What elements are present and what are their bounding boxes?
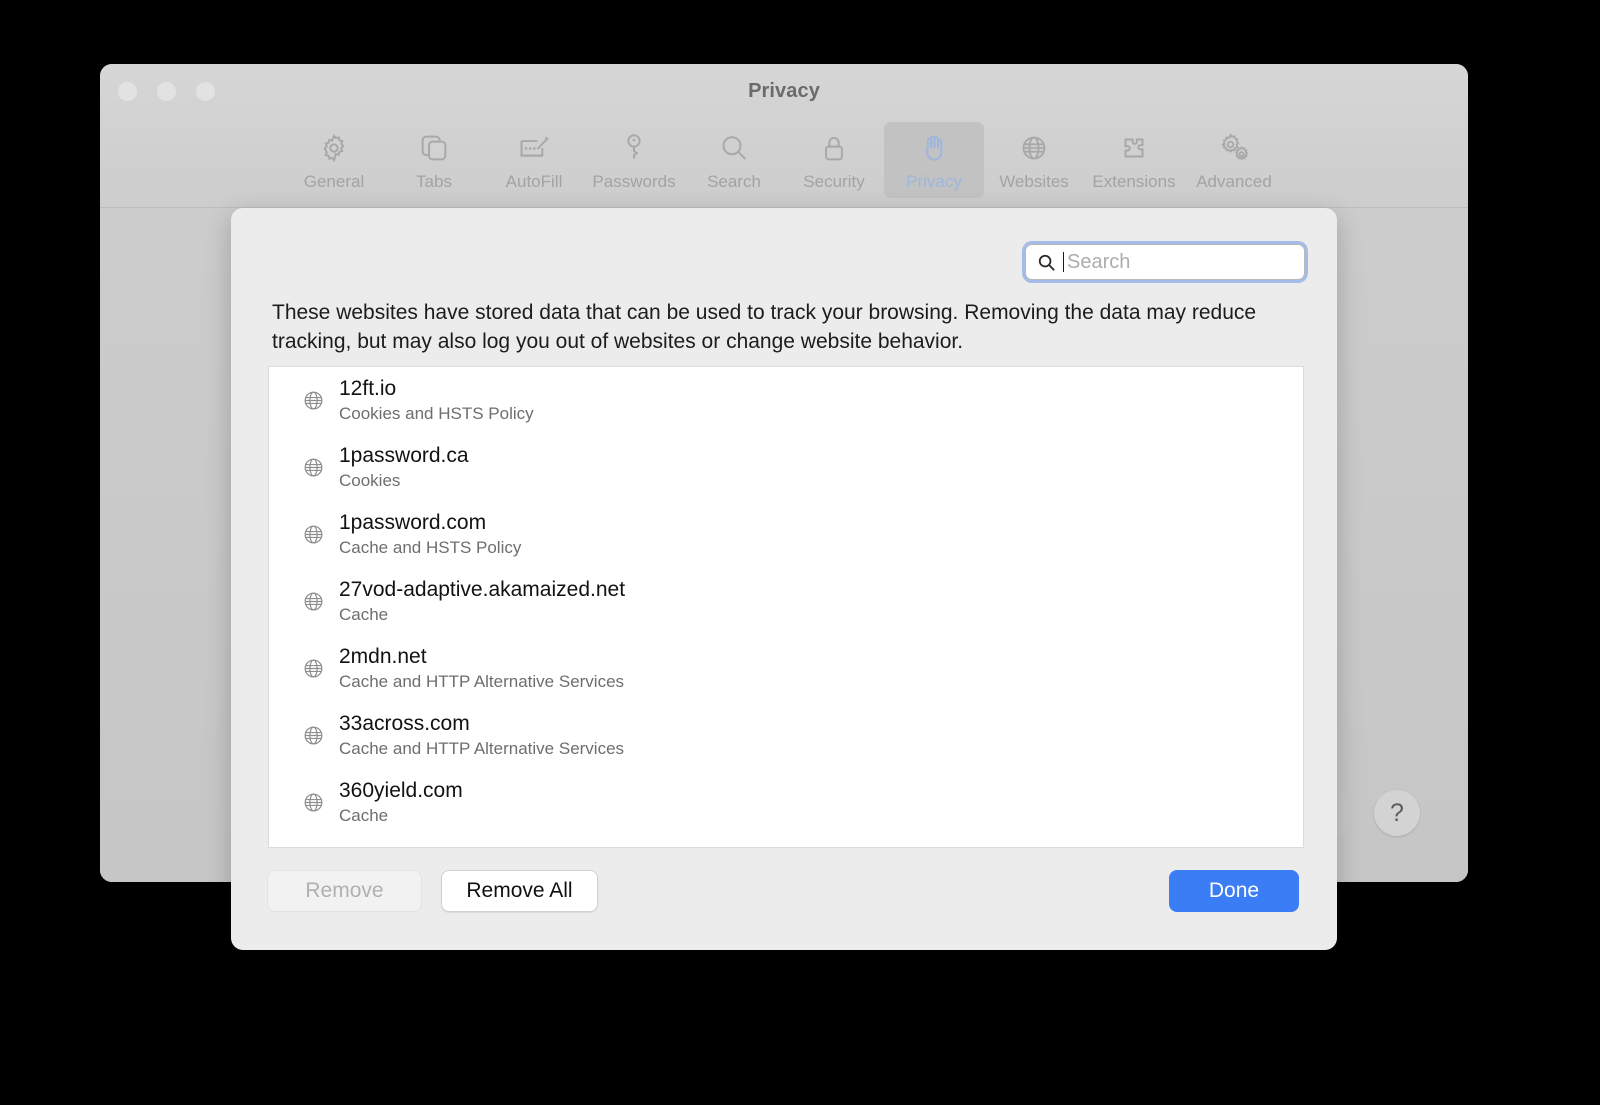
tab-label: AutoFill [506, 172, 563, 192]
globe-icon [300, 790, 326, 816]
tab-label: Passwords [592, 172, 675, 192]
website-name: 1password.com [339, 510, 521, 536]
tab-label: General [304, 172, 364, 192]
website-name: 33across.com [339, 711, 624, 737]
globe-icon [300, 522, 326, 548]
website-detail: Cache [339, 805, 463, 827]
list-item[interactable]: 1password.com Cache and HSTS Policy [269, 501, 1303, 568]
hand-icon [917, 130, 951, 166]
remove-all-button[interactable]: Remove All [441, 870, 598, 912]
list-item[interactable]: 27vod-adaptive.akamaized.net Cache [269, 568, 1303, 635]
website-detail: Cache [339, 604, 625, 626]
tab-label: Privacy [906, 172, 962, 192]
list-item[interactable]: 360yield.com Cache [269, 769, 1303, 836]
tab-label: Search [707, 172, 761, 192]
website-detail: Cache and HSTS Policy [339, 537, 521, 559]
tab-passwords[interactable]: Passwords [584, 122, 684, 198]
globe-icon [1017, 130, 1051, 166]
search-field[interactable]: Search [1025, 244, 1305, 280]
tab-general[interactable]: General [284, 122, 384, 198]
website-detail: Cache and HTTP Alternative Services [339, 671, 624, 693]
tab-label: Advanced [1196, 172, 1272, 192]
search-placeholder: Search [1067, 250, 1130, 274]
list-item[interactable]: 12ft.io Cookies and HSTS Policy [269, 367, 1303, 434]
window-titlebar: Privacy [100, 64, 1468, 118]
website-data-list[interactable]: 12ft.io Cookies and HSTS Policy 1passwor… [268, 366, 1304, 848]
list-item[interactable]: 33across.com Cache and HTTP Alternative … [269, 702, 1303, 769]
tab-extensions[interactable]: Extensions [1084, 122, 1184, 198]
tab-label: Websites [999, 172, 1069, 192]
tab-label: Security [803, 172, 864, 192]
remove-button[interactable]: Remove [267, 870, 422, 912]
website-detail: Cache and HTTP Alternative Services [339, 738, 624, 760]
list-item[interactable]: 2mdn.net Cache and HTTP Alternative Serv… [269, 635, 1303, 702]
sheet-description: These websites have stored data that can… [272, 298, 1282, 356]
tab-search[interactable]: Search [684, 122, 784, 198]
tab-security[interactable]: Security [784, 122, 884, 198]
autofill-icon [516, 130, 552, 166]
list-item[interactable]: 1password.ca Cookies [269, 434, 1303, 501]
website-name: 27vod-adaptive.akamaized.net [339, 577, 625, 603]
preferences-toolbar: General Tabs [100, 118, 1468, 208]
puzzle-icon [1117, 130, 1151, 166]
manage-website-data-sheet: Search These websites have stored data t… [231, 208, 1337, 950]
website-name: 360yield.com [339, 778, 463, 804]
tab-advanced[interactable]: Advanced [1184, 122, 1284, 198]
done-button[interactable]: Done [1169, 870, 1299, 912]
website-detail: Cookies [339, 470, 469, 492]
website-name: 2mdn.net [339, 644, 624, 670]
tab-autofill[interactable]: AutoFill [484, 122, 584, 198]
website-name: 12ft.io [339, 376, 534, 402]
tabs-icon [417, 130, 451, 166]
text-cursor [1063, 252, 1064, 272]
search-icon [1036, 252, 1057, 273]
lock-icon [817, 130, 851, 166]
website-name: 1password.ca [339, 443, 469, 469]
globe-icon [300, 723, 326, 749]
key-icon [617, 130, 651, 166]
screen: Privacy General Ta [0, 0, 1600, 1105]
tab-label: Extensions [1092, 172, 1175, 192]
tab-tabs[interactable]: Tabs [384, 122, 484, 198]
globe-icon [300, 656, 326, 682]
gear-icon [317, 130, 351, 166]
magnifier-icon [717, 130, 751, 166]
tab-label: Tabs [416, 172, 452, 192]
gears-icon [1216, 130, 1252, 166]
website-detail: Cookies and HSTS Policy [339, 403, 534, 425]
tab-websites[interactable]: Websites [984, 122, 1084, 198]
globe-icon [300, 455, 326, 481]
sheet-footer: Remove Remove All Done [231, 848, 1337, 950]
page-title: Privacy [100, 80, 1468, 103]
globe-icon [300, 388, 326, 414]
help-button[interactable]: ? [1374, 790, 1420, 836]
tab-privacy[interactable]: Privacy [884, 122, 984, 198]
globe-icon [300, 589, 326, 615]
